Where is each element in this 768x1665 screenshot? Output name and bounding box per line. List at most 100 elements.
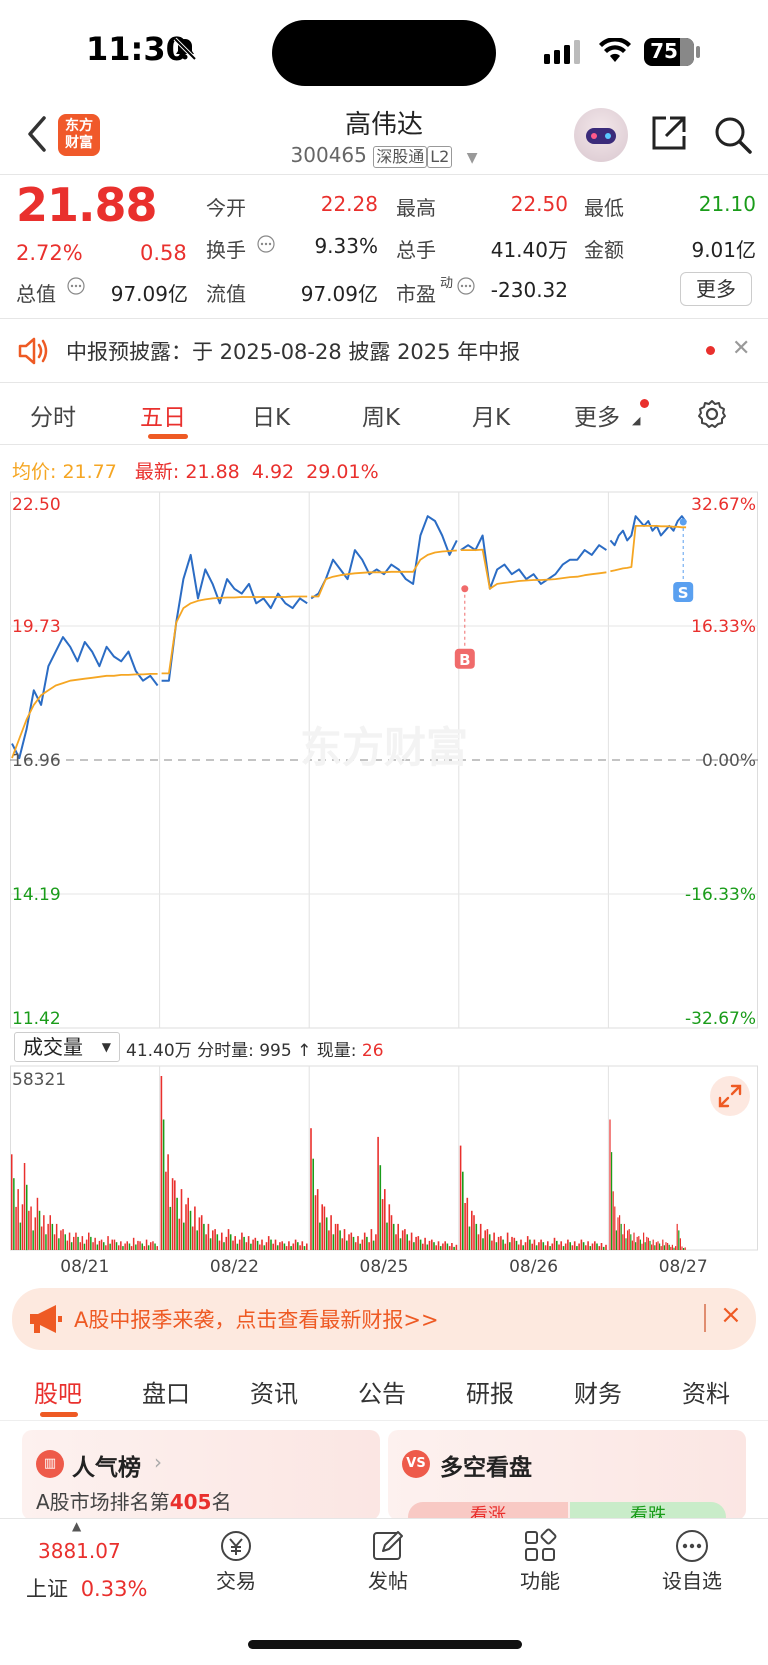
volume-bar: [617, 1217, 619, 1250]
index-name: 上证: [26, 1577, 68, 1601]
volume-bar: [567, 1239, 569, 1250]
volume-bar: [667, 1243, 669, 1250]
volume-bar: [187, 1197, 189, 1250]
earnings-season-banner[interactable]: A股中报季来袭，点击查看最新财报>> ×: [12, 1288, 756, 1350]
volume-bar: [531, 1243, 533, 1250]
close-icon[interactable]: ✕: [732, 336, 750, 361]
volume-bar: [66, 1240, 69, 1250]
volume-bar: [135, 1244, 137, 1250]
volume-bar: [526, 1236, 529, 1250]
info-dots-icon[interactable]: [456, 276, 476, 296]
volume-bar: [571, 1245, 574, 1250]
volume-bar: [652, 1239, 654, 1250]
volume-bar: [602, 1246, 605, 1250]
volume-bar: [659, 1243, 661, 1250]
volume-bar: [191, 1226, 194, 1250]
volume-bar: [631, 1240, 633, 1250]
notice-text[interactable]: 中报预披露：于 2025-08-28 披露 2025 年中报: [66, 336, 520, 366]
volume-bar: [259, 1244, 261, 1250]
volume-bar: [611, 1152, 613, 1250]
more-button[interactable]: 更多: [680, 272, 752, 306]
tab-forum[interactable]: 股吧: [34, 1374, 82, 1409]
volume-bar: [646, 1236, 648, 1250]
nav-post-label: 发帖: [368, 1569, 408, 1593]
volume-chart[interactable]: 58321 08/21 08/22 08/25 08/26 08/27: [10, 1064, 758, 1284]
change-amount: 0.58: [140, 241, 187, 265]
robot-assistant-avatar[interactable]: [574, 108, 628, 162]
nav-post[interactable]: 发帖: [338, 1527, 438, 1594]
volume-info: 41.40万 分时量: 995 ↑ 现量: 26: [126, 1036, 384, 1061]
volume-bar: [352, 1236, 355, 1250]
rank-prefix: A股市场排名第: [36, 1490, 170, 1514]
indicator-selector[interactable]: 成交量 ▼: [14, 1032, 120, 1062]
volume-bar: [171, 1178, 174, 1250]
tab-weekly-k[interactable]: 周K: [362, 398, 400, 432]
y-axis-left-label: 19.73: [12, 617, 61, 637]
volume-bar: [654, 1245, 656, 1250]
tab-announcements[interactable]: 公告: [358, 1374, 406, 1409]
volume-bar: [406, 1234, 408, 1250]
dropdown-caret-icon: ▼: [101, 1040, 111, 1054]
tab-profile[interactable]: 资料: [682, 1374, 730, 1409]
tab-daily-k[interactable]: 日K: [252, 398, 290, 432]
volume-bar: [165, 1171, 167, 1250]
volume-bar: [413, 1242, 415, 1250]
tab-financials[interactable]: 财务: [574, 1374, 622, 1409]
search-icon[interactable]: [712, 114, 754, 156]
nav-trade[interactable]: 交易: [186, 1527, 286, 1594]
expand-icon[interactable]: [710, 1076, 750, 1116]
volume-bar: [45, 1234, 47, 1250]
volume-bar: [334, 1223, 337, 1250]
nav-functions-label: 功能: [520, 1569, 560, 1593]
tab-more[interactable]: 更多: [574, 398, 620, 432]
volume-bar: [433, 1242, 435, 1250]
label-low: 最低: [584, 196, 624, 220]
tab-news[interactable]: 资讯: [250, 1374, 298, 1409]
nav-functions[interactable]: 功能: [490, 1527, 590, 1594]
share-icon[interactable]: [648, 112, 690, 154]
popularity-title: 人气榜: [72, 1455, 141, 1481]
y-axis-right-label: -32.67%: [685, 1009, 756, 1029]
volume-bar: [538, 1242, 540, 1250]
five-day-price-chart[interactable]: 东方财富 22.50 32.67% 19.73 16.33% 16.96 0.00% 14.…: [10, 490, 758, 1030]
settings-gear-icon[interactable]: [696, 398, 728, 430]
volume-bar: [475, 1223, 478, 1250]
tab-intraday[interactable]: 分时: [30, 398, 76, 432]
volume-bar: [502, 1239, 504, 1250]
volume-bar: [143, 1246, 146, 1250]
volume-bar: [488, 1234, 491, 1250]
tab-research[interactable]: 研报: [466, 1374, 514, 1409]
volume-bar: [446, 1243, 449, 1250]
label-total-value: 总值: [16, 282, 56, 306]
volume-bar: [644, 1242, 646, 1250]
volume-bar: [11, 1154, 13, 1250]
volume-bar: [19, 1222, 22, 1250]
y-axis-right-label: 0.00%: [702, 751, 756, 771]
info-dots-icon[interactable]: [66, 276, 86, 296]
battery-icon: 75: [644, 38, 694, 66]
volume-bar: [85, 1239, 88, 1250]
nav-add-watchlist-label: 设自选: [662, 1569, 722, 1593]
volume-bar: [649, 1240, 651, 1250]
index-pct: 0.33%: [80, 1577, 148, 1601]
volume-bar: [375, 1234, 377, 1250]
volume-bar: [141, 1243, 143, 1250]
volume-bar: [256, 1240, 259, 1250]
dynamic-island: [272, 20, 496, 86]
divider: [0, 444, 768, 445]
volume-bar: [247, 1236, 250, 1250]
volume-bar: [254, 1237, 257, 1250]
tab-orderbook[interactable]: 盘口: [142, 1374, 190, 1409]
close-icon[interactable]: ×: [720, 1300, 742, 1330]
status-bar: 11:30 75: [0, 0, 768, 100]
tab-five-day[interactable]: 五日: [140, 398, 186, 432]
popularity-card[interactable]: ▥ 人气榜 › A股市场排名第405名: [22, 1430, 380, 1520]
index-ticker[interactable]: 上证 0.33%: [26, 1573, 147, 1603]
info-dots-icon[interactable]: [256, 234, 276, 254]
nav-add-watchlist[interactable]: 设自选: [642, 1527, 742, 1594]
volume-bar: [105, 1245, 107, 1250]
home-indicator: [248, 1640, 522, 1649]
bull-bear-card[interactable]: VS 多空看盘 看涨 看跌: [388, 1430, 746, 1532]
tab-monthly-k[interactable]: 月K: [472, 398, 510, 432]
volume-bar: [591, 1243, 594, 1250]
